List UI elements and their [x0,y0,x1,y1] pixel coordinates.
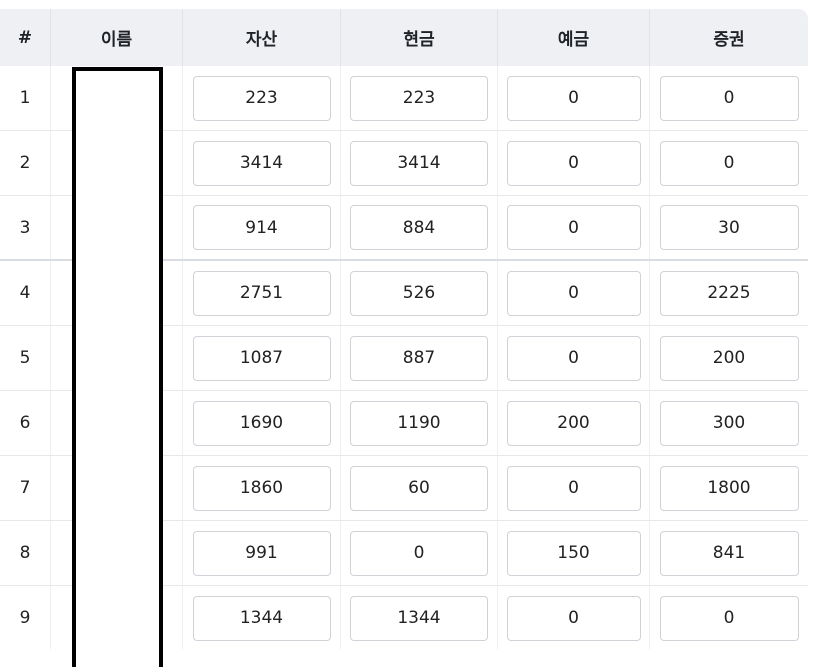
deposit-cell: 0 [498,196,650,259]
cash-cell: 60 [341,456,498,520]
cash-cell: 887 [341,326,498,390]
cash-cell: 0 [341,521,498,585]
securities-input[interactable]: 1800 [659,465,799,511]
asset-cell: 223 [183,66,341,130]
asset-cell: 1860 [183,456,341,520]
deposit-cell: 150 [498,521,650,585]
row-index-cell: 2 [0,131,51,195]
row-index: 8 [19,543,31,563]
deposit-input[interactable]: 0 [506,335,641,381]
header-securities[interactable]: 증권 [650,9,808,66]
securities-cell: 0 [650,66,808,130]
header-name[interactable]: 이름 [51,9,183,66]
table-header: # 이름 자산 현금 예금 증권 [0,9,808,66]
deposit-cell: 0 [498,261,650,325]
cash-cell: 223 [341,66,498,130]
cash-input[interactable]: 887 [350,335,488,381]
row-index: 3 [19,217,31,238]
asset-cell: 1087 [183,326,341,390]
asset-cell: 3414 [183,131,341,195]
securities-input[interactable]: 841 [659,530,799,576]
asset-cell: 2751 [183,261,341,325]
header-cash[interactable]: 현금 [341,9,498,66]
deposit-input[interactable]: 0 [506,465,641,511]
securities-cell: 841 [650,521,808,585]
row-index-cell: 5 [0,326,51,390]
securities-input[interactable]: 30 [659,205,799,250]
cash-input[interactable]: 1190 [350,400,488,446]
asset-input[interactable]: 914 [192,205,331,250]
securities-input[interactable]: 0 [659,595,799,641]
securities-cell: 0 [650,586,808,649]
deposit-input[interactable]: 0 [506,140,641,186]
cash-cell: 1344 [341,586,498,649]
cash-input[interactable]: 884 [350,205,488,250]
cash-input[interactable]: 3414 [350,140,488,186]
deposit-cell: 200 [498,391,650,455]
header-deposit[interactable]: 예금 [498,9,650,66]
asset-input[interactable]: 223 [192,75,331,121]
asset-input[interactable]: 1344 [192,595,331,641]
cash-input[interactable]: 0 [350,530,488,576]
securities-input[interactable]: 0 [659,75,799,121]
row-index-cell: 8 [0,521,51,585]
deposit-cell: 0 [498,586,650,649]
row-index: 6 [19,413,31,433]
deposit-input[interactable]: 200 [506,400,641,446]
row-index-cell: 3 [0,196,51,259]
deposit-cell: 0 [498,326,650,390]
deposit-cell: 0 [498,66,650,130]
securities-input[interactable]: 300 [659,400,799,446]
header-asset[interactable]: 자산 [183,9,341,66]
asset-input[interactable]: 3414 [192,140,331,186]
asset-input[interactable]: 2751 [192,270,331,316]
securities-cell: 1800 [650,456,808,520]
securities-input[interactable]: 0 [659,140,799,186]
row-index-cell: 9 [0,586,51,649]
asset-cell: 914 [183,196,341,259]
row-index-cell: 4 [0,261,51,325]
deposit-cell: 0 [498,456,650,520]
securities-cell: 200 [650,326,808,390]
asset-input[interactable]: 1087 [192,335,331,381]
cash-cell: 3414 [341,131,498,195]
row-index: 2 [19,153,31,173]
securities-cell: 30 [650,196,808,259]
row-index: 7 [19,478,31,498]
cash-input[interactable]: 60 [350,465,488,511]
cash-input[interactable]: 526 [350,270,488,316]
deposit-input[interactable]: 0 [506,595,641,641]
header-index[interactable]: # [0,9,51,66]
asset-input[interactable]: 1690 [192,400,331,446]
securities-cell: 0 [650,131,808,195]
row-index: 9 [19,608,31,628]
securities-cell: 300 [650,391,808,455]
row-index: 4 [19,283,31,303]
row-index: 1 [19,88,31,108]
asset-input[interactable]: 1860 [192,465,331,511]
asset-cell: 1344 [183,586,341,649]
cash-cell: 1190 [341,391,498,455]
deposit-input[interactable]: 150 [506,530,641,576]
deposit-cell: 0 [498,131,650,195]
cash-cell: 526 [341,261,498,325]
redaction-box [72,67,163,667]
securities-input[interactable]: 200 [659,335,799,381]
cash-input[interactable]: 223 [350,75,488,121]
securities-cell: 2225 [650,261,808,325]
asset-cell: 1690 [183,391,341,455]
row-index-cell: 6 [0,391,51,455]
asset-cell: 991 [183,521,341,585]
row-index-cell: 1 [0,66,51,130]
asset-input[interactable]: 991 [192,530,331,576]
deposit-input[interactable]: 0 [506,270,641,316]
deposit-input[interactable]: 0 [506,75,641,121]
row-index: 5 [19,348,31,368]
cash-input[interactable]: 1344 [350,595,488,641]
securities-input[interactable]: 2225 [659,270,799,316]
cash-cell: 884 [341,196,498,259]
deposit-input[interactable]: 0 [506,205,641,250]
row-index-cell: 7 [0,456,51,520]
